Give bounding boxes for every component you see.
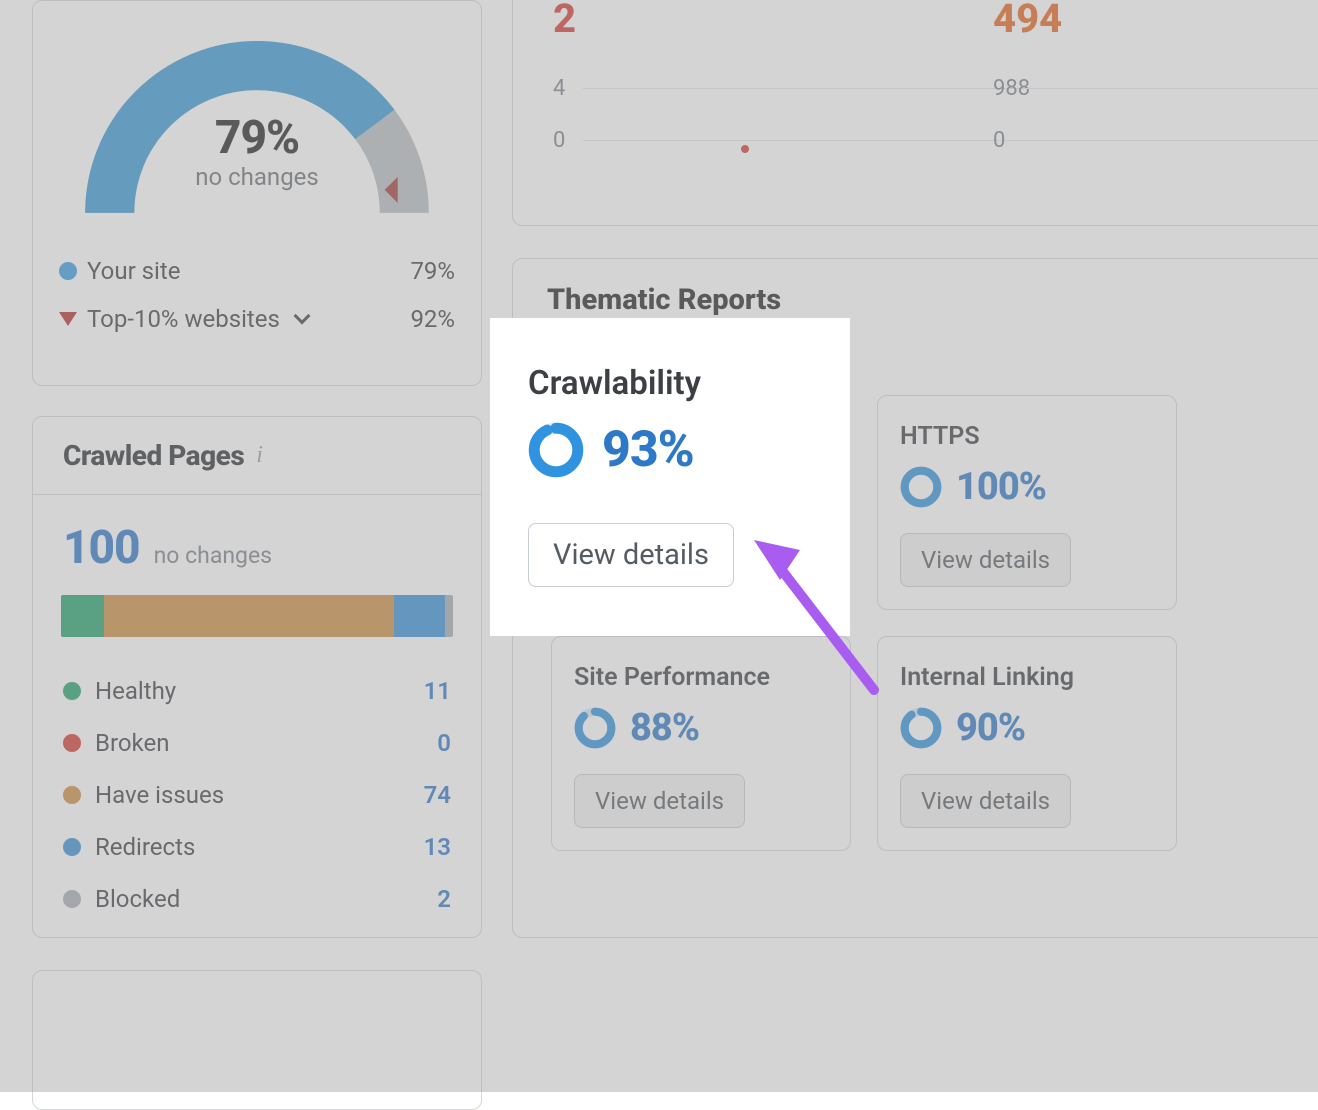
crawl-legend-row[interactable]: Have issues 74 [63, 769, 451, 821]
report-percent: 88% [630, 706, 699, 750]
crawl-legend-label: Blocked [95, 885, 180, 913]
view-details-button[interactable]: View details [574, 774, 745, 828]
progress-ring-icon [528, 422, 584, 478]
progress-ring-icon [900, 707, 942, 749]
dot-icon [63, 890, 81, 908]
info-icon[interactable]: i [256, 442, 263, 469]
bar-segment-healthy [61, 595, 104, 637]
crawled-pages-count[interactable]: 100 [63, 521, 140, 575]
crawled-pages-bar [61, 595, 453, 637]
tick-label: 988 [993, 76, 1030, 101]
bar-segment-blocked [445, 595, 453, 637]
report-title: Internal Linking [900, 663, 1154, 692]
legend-your-site: Your site 79% [59, 247, 455, 295]
tick-label: 0 [993, 128, 1005, 153]
crawl-legend-row[interactable]: Redirects 13 [63, 821, 451, 873]
progress-ring-icon [900, 466, 942, 508]
legend-top10-value: 92% [410, 305, 455, 333]
crawl-legend-value: 2 [437, 885, 451, 913]
dot-icon [63, 682, 81, 700]
crawled-pages-title: Crawled Pages [63, 439, 244, 472]
site-health-subtext: no changes [77, 163, 437, 191]
crawled-pages-subtext: no changes [154, 542, 272, 569]
metric-errors-value: 2 [553, 0, 933, 42]
report-card[interactable]: HTTPS 100% View details [877, 395, 1177, 610]
report-card-crawlability[interactable]: Crawlability 93% View details [490, 318, 850, 636]
crawl-legend-label: Healthy [95, 677, 176, 705]
bar-segment-issues [104, 595, 394, 637]
dot-icon [63, 838, 81, 856]
crawl-legend-value: 0 [437, 729, 451, 757]
metrics-card: Errors i 2 4 0 Warnings i 494 988 0 [512, 0, 1318, 226]
report-percent: 100% [956, 465, 1046, 509]
dot-icon [63, 734, 81, 752]
view-details-button[interactable]: View details [900, 774, 1071, 828]
crawl-legend-label: Redirects [95, 833, 195, 861]
chevron-down-icon [293, 308, 310, 325]
view-details-button[interactable]: View details [900, 533, 1071, 587]
progress-ring-icon [574, 707, 616, 749]
bar-segment-redirects [394, 595, 445, 637]
crawl-legend-label: Have issues [95, 781, 224, 809]
report-card[interactable]: Site Performance 88% View details [551, 636, 851, 851]
legend-your-site-value: 79% [410, 257, 455, 285]
site-health-gauge: 79% no changes [77, 31, 437, 231]
crawl-legend-row[interactable]: Broken 0 [63, 717, 451, 769]
tick-label: 4 [553, 76, 565, 101]
legend-top10[interactable]: Top-10% websites 92% [59, 295, 455, 343]
legend-top10-label: Top-10% websites [87, 305, 280, 333]
site-health-percent: 79% [77, 111, 437, 165]
crawl-legend-value: 13 [424, 833, 451, 861]
report-card[interactable]: Internal Linking 90% View details [877, 636, 1177, 851]
report-title: Crawlability [528, 364, 812, 403]
crawl-legend-value: 74 [424, 781, 451, 809]
report-percent: 93% [602, 421, 694, 479]
metric-errors[interactable]: Errors i 2 4 0 [553, 0, 933, 166]
triangle-down-icon [59, 312, 77, 326]
dot-icon [63, 786, 81, 804]
report-title: HTTPS [900, 422, 1154, 451]
crawl-legend-row[interactable]: Healthy 11 [63, 665, 451, 717]
thematic-reports-title: Thematic Reports [547, 283, 1317, 317]
report-percent: 90% [956, 706, 1025, 750]
site-health-card: 79% no changes Your site 79% Top-10% web… [32, 0, 482, 386]
metric-warnings-value: 494 [993, 0, 1318, 42]
report-title: Site Performance [574, 663, 828, 692]
tick-label: 0 [553, 128, 565, 153]
legend-your-site-label: Your site [87, 257, 180, 285]
metric-warnings[interactable]: Warnings i 494 988 0 [993, 0, 1318, 166]
crawl-legend-value: 11 [424, 677, 451, 705]
crawl-legend-label: Broken [95, 729, 169, 757]
view-details-button[interactable]: View details [528, 523, 734, 587]
crawled-pages-card: Crawled Pages i 100 no changes Healthy 11… [32, 416, 482, 938]
partial-card [32, 970, 482, 1110]
crawl-legend-row[interactable]: Blocked 2 [63, 873, 451, 925]
dot-icon [59, 262, 77, 280]
spark-dot-icon [741, 145, 749, 153]
